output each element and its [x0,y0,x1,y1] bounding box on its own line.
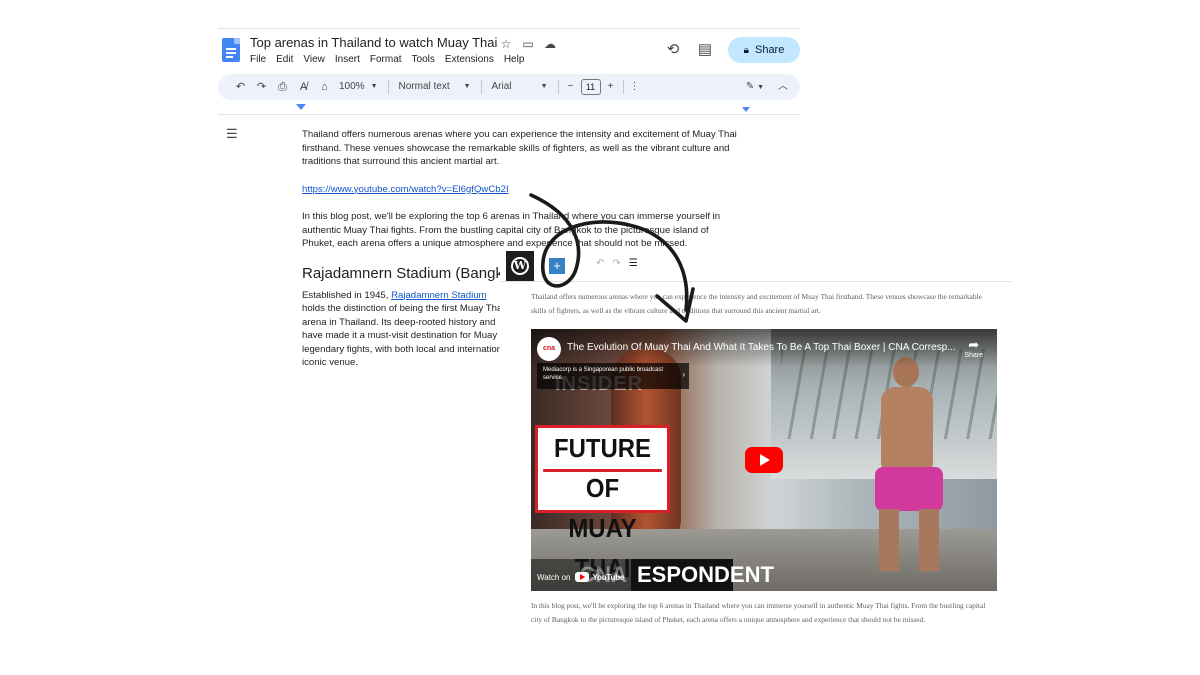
menu-help[interactable]: Help [504,54,525,65]
share-arrow-icon: ➦ [968,337,980,352]
decrease-font-size-button[interactable]: − [565,78,577,96]
chevron-down-icon: ▼ [540,83,548,90]
cloud-icon[interactable]: ☁ [542,36,558,52]
undo-icon[interactable]: ↶ [596,258,604,269]
docs-logo-icon[interactable] [222,38,240,62]
toolbar-divider [557,80,559,94]
top-divider [218,28,800,29]
formatting-toolbar: ↶ ↷ ⎙ A̸ ⌂ 100% ▼ Normal text ▼ Arial ▼ … [218,74,800,100]
stadium-text-before: Established in 1945, [302,289,392,301]
redo-icon[interactable]: ↷ [251,78,272,96]
history-icon[interactable]: ⟲ [664,41,682,59]
spellcheck-icon[interactable]: A̸ [293,78,314,96]
document-title[interactable]: Top arenas in Thailand to watch Muay Tha… [250,35,497,50]
header-actions: ⟲ ▤ 🔒︎ Share [664,37,800,63]
watch-on-label: Watch on [537,572,571,582]
block-list-icon[interactable]: ☰ [629,258,638,269]
editor-header-divider [500,281,1012,282]
redo-icon[interactable]: ↷ [612,258,620,269]
badge-line-1: FUTURE OF [553,433,652,503]
left-indent-marker[interactable] [296,104,306,110]
youtube-embed[interactable]: INSIDER cna The Evolution Of Muay Thai A… [531,329,997,591]
stadium-text-after: holds the distinction of being the first… [302,303,505,368]
blog-intro-paragraph: In this blog post, we'll be exploring th… [302,211,721,249]
menu-edit[interactable]: Edit [276,54,293,65]
stadium-link[interactable]: Rajadamnern Stadium [391,290,486,301]
video-share-label: Share [964,352,983,359]
wp-intro-paragraph[interactable]: Thailand offers numerous arenas where yo… [531,290,986,318]
youtube-logo-icon [574,572,589,582]
thumbnail-title-badge: FUTURE OF MUAY THAI [535,425,670,583]
lock-icon: 🔒︎ [743,44,749,56]
more-icon[interactable]: ⋮ [630,78,640,96]
title-actions: ☆ ▭ ☁ [498,36,558,52]
share-button[interactable]: 🔒︎ Share [728,37,800,63]
add-block-button[interactable]: + [549,258,565,274]
toolbar-divider [387,80,389,94]
move-folder-icon[interactable]: ▭ [520,36,536,52]
wordpress-logo-letter: W [511,257,529,275]
stadium-paragraph: Established in 1945, Rajadamnern Stadium… [302,289,507,370]
zoom-value: 100% [339,81,365,92]
comment-icon[interactable]: ▤ [696,41,714,59]
broadcaster-info-text: Mediacorp is a Singaporean public broadc… [543,367,664,381]
chevron-down-icon: ▼ [370,83,378,90]
outline-icon[interactable]: ☰ [226,126,238,142]
zoom-select[interactable]: 100% ▼ [335,78,382,96]
wp-outro-paragraph[interactable]: In this blog post, we'll be exploring th… [531,599,986,627]
print-icon[interactable]: ⎙ [272,78,293,96]
star-icon[interactable]: ☆ [498,36,514,52]
share-label: Share [754,44,785,56]
menu-tools[interactable]: Tools [412,54,435,65]
ruler-divider [218,114,800,115]
toolbar-divider [622,80,624,94]
chevron-down-icon: ▼ [463,83,471,90]
editor-tools: ↶ ↷ ☰ [596,258,638,269]
chevron-right-icon: › [682,370,685,379]
pencil-icon[interactable]: ✎ ▼ [746,78,764,96]
video-title[interactable]: The Evolution Of Muay Thai And What It T… [567,342,957,353]
youtube-label: YouTube [592,572,625,582]
increase-font-size-button[interactable]: + [605,78,617,96]
right-indent-marker[interactable] [742,107,750,112]
video-share-button[interactable]: ➦ Share [964,337,983,360]
font-value: Arial [491,81,512,92]
toolbar-right: ✎ ▼ ︿ [746,78,800,96]
menu-file[interactable]: File [250,54,266,65]
menu-extensions[interactable]: Extensions [445,54,494,65]
overlay-text-right: ESPONDENT [631,559,774,591]
wordpress-editor: W + ↶ ↷ ☰ Thailand offers numerous arena… [500,250,1012,660]
watch-on-youtube-button[interactable]: Watch on YouTube [537,569,624,585]
paint-format-icon[interactable]: ⌂ [314,78,335,96]
font-size-input[interactable]: 11 [580,79,601,95]
wordpress-logo-icon[interactable]: W [506,251,534,281]
youtube-link[interactable]: https://www.youtube.com/watch?v=El6gfQwC… [302,184,509,195]
fighter-figure [871,349,951,571]
menu-insert[interactable]: Insert [335,54,360,65]
play-icon[interactable] [745,447,783,473]
broadcaster-info-panel[interactable]: Mediacorp is a Singaporean public broadc… [537,363,689,389]
style-select[interactable]: Normal text ▼ [395,78,475,96]
undo-icon[interactable]: ↶ [230,78,251,96]
menu-format[interactable]: Format [370,54,402,65]
intro-paragraph: Thailand offers numerous arenas where yo… [302,129,737,167]
style-value: Normal text [398,81,450,92]
menu-view[interactable]: View [303,54,325,65]
chevron-up-icon[interactable]: ︿ [778,78,788,96]
menu-bar: File Edit View Insert Format Tools Exten… [250,54,524,65]
channel-avatar[interactable]: cna [537,337,561,361]
font-select[interactable]: Arial ▼ [488,78,552,96]
toolbar-divider [480,80,482,94]
